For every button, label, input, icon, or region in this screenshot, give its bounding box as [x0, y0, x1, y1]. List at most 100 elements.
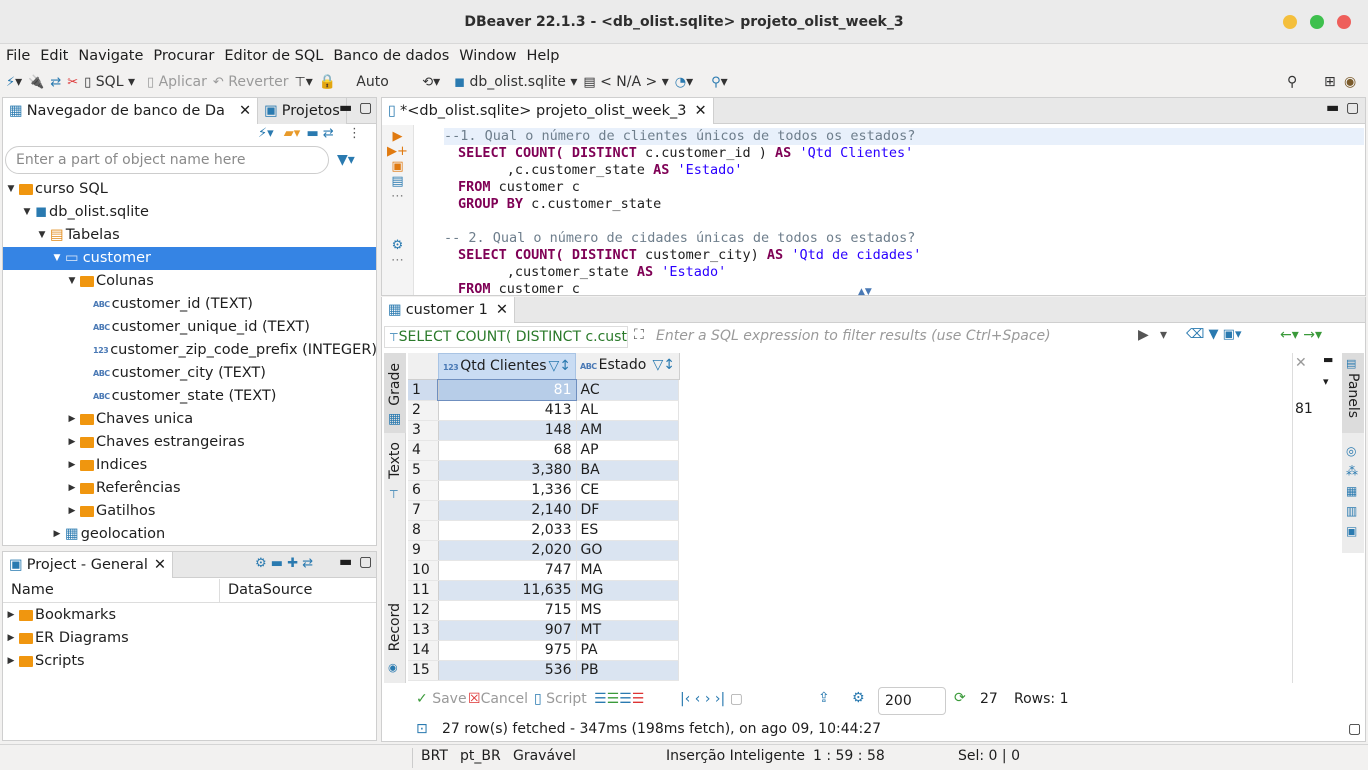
table-row[interactable]: 4 68 AP: [408, 440, 1288, 461]
lock-icon[interactable]: 🔒: [319, 74, 336, 90]
qtd-clientes-cell[interactable]: 81: [437, 379, 577, 401]
tree-node-indices[interactable]: ▶ Indices: [66, 454, 148, 477]
clear-filter-icon[interactable]: ⌫: [1186, 327, 1204, 342]
more-icon-2[interactable]: ⋯: [382, 253, 413, 268]
table-row[interactable]: 10 747 MA: [408, 560, 1288, 581]
maximize-editor-icon[interactable]: ▢: [1346, 100, 1359, 116]
dashboard-button[interactable]: ◔ ▾: [675, 74, 693, 90]
estado-cell[interactable]: AL: [576, 400, 679, 421]
copy-row-icon[interactable]: ☰: [619, 691, 632, 707]
sash-toggle-icon[interactable]: ▲▼: [858, 287, 872, 297]
fetch-size-input[interactable]: 200: [878, 687, 946, 715]
estado-cell[interactable]: AP: [576, 440, 679, 461]
collapse-all-icon[interactable]: ▬: [306, 126, 318, 141]
tree-node-column[interactable]: ABC customer_city (TEXT): [93, 362, 266, 385]
expand-filter-icon[interactable]: ⛶: [634, 327, 644, 343]
qtd-clientes-cell[interactable]: 715: [438, 600, 577, 621]
project-item-er-diagrams[interactable]: ▶ ER Diagrams: [5, 627, 129, 650]
tab-record[interactable]: Record ◉: [384, 603, 406, 677]
column-name-header[interactable]: Name: [11, 582, 54, 598]
apply-button[interactable]: ▯ Aplicar: [147, 74, 207, 90]
minimize-panel-icon[interactable]: ▬: [1323, 353, 1333, 366]
object-search-input[interactable]: Enter a part of object name here: [5, 146, 329, 174]
tree-node-curso-sql[interactable]: ▼ curso SQL: [5, 178, 108, 201]
project-item-bookmarks[interactable]: ▶ Bookmarks: [5, 604, 116, 627]
estado-cell[interactable]: PA: [576, 640, 679, 661]
close-icon[interactable]: ✕: [239, 103, 251, 119]
minimize-button[interactable]: [1283, 15, 1297, 29]
maximize-view-icon[interactable]: ▢: [359, 100, 372, 116]
menu-navigate[interactable]: Navigate: [78, 48, 143, 64]
estado-cell[interactable]: MT: [576, 620, 679, 641]
table-row[interactable]: 3 148 AM: [408, 420, 1288, 441]
qtd-clientes-cell[interactable]: 2,020: [438, 540, 577, 561]
table-row[interactable]: 5 3,380 BA: [408, 460, 1288, 481]
estado-cell[interactable]: PB: [576, 660, 679, 681]
tab-projects[interactable]: ▣ Projetos: [258, 97, 347, 124]
minimize-log-icon[interactable]: ▢: [1348, 721, 1361, 737]
sort-filter-icon[interactable]: ▽↕: [653, 353, 676, 378]
table-row[interactable]: 11 11,635 MG: [408, 580, 1288, 601]
tab-sql-script[interactable]: ▯ *<db_olist.sqlite> projeto_olist_week_3…: [382, 97, 714, 124]
settings-gear-icon[interactable]: ⚙: [255, 556, 267, 571]
estado-cell[interactable]: DF: [576, 500, 679, 521]
last-page-icon[interactable]: ›|: [715, 691, 725, 707]
calc-icon[interactable]: ▥: [1346, 501, 1358, 521]
estado-cell[interactable]: MA: [576, 560, 679, 581]
new-connection-icon[interactable]: ⚡▾: [258, 126, 274, 141]
layout-icon[interactable]: ▣: [1346, 521, 1358, 541]
qtd-clientes-cell[interactable]: 148: [438, 420, 577, 441]
tree-node-column[interactable]: ABC customer_id (TEXT): [93, 293, 253, 316]
sort-filter-icon[interactable]: ▽↕: [549, 354, 572, 379]
maximize-button[interactable]: [1310, 15, 1324, 29]
estado-cell[interactable]: MS: [576, 600, 679, 621]
sql-editor-button[interactable]: ▯ SQL ▾: [84, 74, 135, 90]
qtd-clientes-cell[interactable]: 747: [438, 560, 577, 581]
filter-input[interactable]: Enter a SQL expression to filter results…: [652, 326, 1176, 348]
first-page-icon[interactable]: |‹: [680, 691, 690, 707]
table-row[interactable]: 6 1,336 CE: [408, 480, 1288, 501]
table-row[interactable]: 13 907 MT: [408, 620, 1288, 641]
tree-node-columns[interactable]: ▼ Colunas: [66, 270, 154, 293]
tab-grade[interactable]: Grade ▦: [384, 353, 406, 433]
execute-in-new-tab-icon[interactable]: ▶+: [382, 144, 413, 159]
tree-node-column[interactable]: ABC customer_state (TEXT): [93, 385, 276, 408]
tree-node-customer[interactable]: ▼ ▭ customer: [3, 247, 376, 270]
tree-node-geolocation[interactable]: ▶ ▦ geolocation: [51, 523, 166, 546]
filter-history-icon[interactable]: ▾: [1160, 327, 1167, 343]
column-datasource-header[interactable]: DataSource: [228, 582, 312, 598]
estado-cell[interactable]: AC: [576, 380, 679, 401]
collapse-icon[interactable]: ▬: [271, 556, 283, 571]
execute-statement-icon[interactable]: ▶: [382, 129, 413, 144]
column-header-qtd-clientes[interactable]: 123 Qtd Clientes ▽↕: [438, 353, 576, 380]
script-button[interactable]: ▯ Script: [534, 691, 587, 707]
link-editor-icon[interactable]: ⇄: [323, 126, 334, 141]
tab-navigator[interactable]: ▦ Navegador de banco de Da ✕: [3, 97, 259, 124]
save-filter-icon[interactable]: ▣▾: [1223, 327, 1242, 342]
estado-cell[interactable]: MG: [576, 580, 679, 601]
editor-settings-gear-icon[interactable]: ⚙: [382, 238, 413, 253]
minimize-view-icon[interactable]: ▬: [339, 554, 352, 570]
qtd-clientes-cell[interactable]: 536: [438, 660, 577, 681]
filter-icon[interactable]: ▼▾: [337, 152, 355, 168]
close-icon[interactable]: ✕: [1295, 355, 1307, 371]
estado-cell[interactable]: GO: [576, 540, 679, 561]
cancel-button[interactable]: ☒Cancel: [468, 691, 528, 707]
maximize-view-icon[interactable]: ▢: [359, 554, 372, 570]
tab-texto[interactable]: Texto ⊤: [384, 438, 406, 508]
qtd-clientes-cell[interactable]: 2,033: [438, 520, 577, 541]
table-row[interactable]: 12 715 MS: [408, 600, 1288, 621]
tree-node-column[interactable]: ABC customer_unique_id (TEXT): [93, 316, 310, 339]
global-search-icon[interactable]: ⚲: [1287, 74, 1297, 90]
menu-file[interactable]: File: [6, 48, 30, 64]
minimize-view-icon[interactable]: ▬: [339, 100, 352, 116]
column-header-estado[interactable]: ABC Estado ▽↕: [576, 353, 680, 380]
more-icon[interactable]: ⋯: [382, 189, 413, 204]
datasource-selector[interactable]: ◼ db_olist.sqlite ▾: [454, 74, 577, 90]
explain-plan-icon[interactable]: ▤: [382, 174, 413, 189]
tab-customer-result[interactable]: ▦ customer 1 ✕: [382, 296, 515, 323]
add-icon[interactable]: ✚: [287, 556, 298, 571]
table-row[interactable]: 2 413 AL: [408, 400, 1288, 421]
schema-selector[interactable]: ▤ < N/A > ▾: [583, 74, 668, 90]
tree-node-chaves-unica[interactable]: ▶ Chaves unica: [66, 408, 194, 431]
